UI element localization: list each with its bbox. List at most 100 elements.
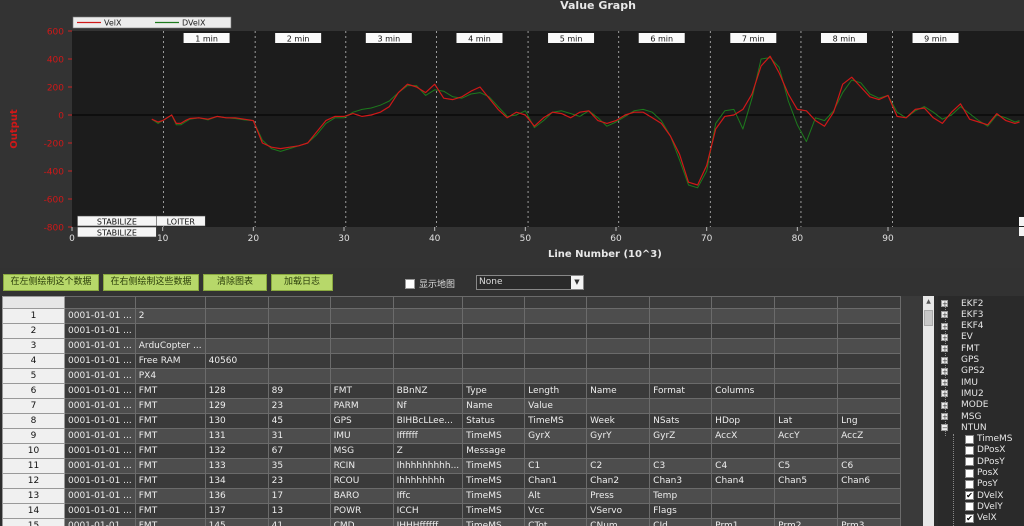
- table-cell[interactable]: Prm1: [711, 518, 776, 526]
- table-cell[interactable]: 128: [204, 383, 269, 399]
- table-cell[interactable]: 0001-01-01 ...: [64, 503, 136, 519]
- grid-header-cell[interactable]: [711, 296, 776, 309]
- table-cell[interactable]: Status: [462, 413, 526, 429]
- table-cell[interactable]: TimeMS: [462, 458, 526, 474]
- checkbox[interactable]: [965, 468, 974, 478]
- table-cell[interactable]: BIHBcLLee...: [392, 413, 464, 429]
- table-cell[interactable]: Lat: [774, 413, 839, 429]
- row-number[interactable]: 13: [2, 488, 65, 504]
- table-cell[interactable]: [267, 338, 331, 354]
- table-cell[interactable]: IMU: [329, 428, 394, 444]
- table-cell[interactable]: FMT: [134, 398, 206, 414]
- table-cell[interactable]: FMT: [134, 413, 206, 429]
- expand-icon[interactable]: +: [941, 390, 948, 398]
- table-cell[interactable]: Chan6: [837, 473, 902, 489]
- table-cell[interactable]: 129: [204, 398, 269, 414]
- table-cell[interactable]: RCOU: [329, 473, 394, 489]
- table-row[interactable]: 1 0001-01-01 ... 2: [2, 308, 902, 324]
- table-cell[interactable]: [774, 383, 839, 399]
- table-cell[interactable]: [462, 323, 526, 339]
- table-row[interactable]: 9 0001-01-01 ... FMT 131 31 IMU Iffffff TimeMS G…: [2, 428, 902, 444]
- table-cell[interactable]: 13: [267, 503, 331, 519]
- table-cell[interactable]: [774, 443, 839, 459]
- table-cell[interactable]: Temp: [649, 488, 713, 504]
- collapse-icon[interactable]: −: [941, 424, 948, 432]
- table-cell[interactable]: [837, 503, 902, 519]
- table-cell[interactable]: 41: [267, 518, 331, 526]
- table-cell[interactable]: Press: [586, 488, 651, 504]
- table-cell[interactable]: [524, 368, 588, 384]
- table-cell[interactable]: [586, 308, 651, 324]
- table-cell[interactable]: [586, 443, 651, 459]
- scroll-up-icon[interactable]: ▲: [923, 296, 934, 307]
- table-cell[interactable]: [392, 338, 464, 354]
- row-number[interactable]: 8: [2, 413, 65, 429]
- table-cell[interactable]: [329, 368, 394, 384]
- table-cell[interactable]: [837, 368, 902, 384]
- table-cell[interactable]: [586, 398, 651, 414]
- table-cell[interactable]: [837, 398, 902, 414]
- table-cell[interactable]: Free RAM: [134, 353, 206, 369]
- table-cell[interactable]: FMT: [134, 428, 206, 444]
- grid-header-cell[interactable]: [462, 296, 526, 309]
- table-cell[interactable]: [649, 353, 713, 369]
- table-cell[interactable]: Columns: [711, 383, 776, 399]
- table-cell[interactable]: [649, 398, 713, 414]
- table-cell[interactable]: PARM: [329, 398, 394, 414]
- tree-group-gps[interactable]: + GPS: [941, 355, 979, 366]
- table-cell[interactable]: ArduCopter ...: [134, 338, 206, 354]
- table-cell[interactable]: [837, 338, 902, 354]
- table-row[interactable]: 12 0001-01-01 ... FMT 134 23 RCOU Ihhhhhhhh Tim…: [2, 473, 902, 489]
- table-row[interactable]: 2 0001-01-01 ...: [2, 323, 902, 339]
- table-cell[interactable]: 0001-01-01 ...: [64, 458, 136, 474]
- tree-field-dposy[interactable]: DPosY: [965, 456, 1005, 467]
- table-cell[interactable]: C1: [524, 458, 588, 474]
- table-cell[interactable]: [774, 338, 839, 354]
- table-cell[interactable]: [524, 308, 588, 324]
- table-cell[interactable]: 0001-01-01 ...: [64, 488, 136, 504]
- table-cell[interactable]: Chan2: [586, 473, 651, 489]
- table-cell[interactable]: 45: [267, 413, 331, 429]
- table-cell[interactable]: Ihhhhhhhh: [392, 473, 464, 489]
- series-select[interactable]: None ▼: [476, 275, 584, 290]
- checkbox[interactable]: [965, 434, 974, 444]
- tree-field-dvelx[interactable]: ✔ DVelX: [965, 490, 1003, 501]
- table-row[interactable]: 4 0001-01-01 ... Free RAM 40560: [2, 353, 902, 369]
- row-number[interactable]: 10: [2, 443, 65, 459]
- row-number[interactable]: 3: [2, 338, 65, 354]
- table-row[interactable]: 3 0001-01-01 ... ArduCopter ...: [2, 338, 902, 354]
- table-cell[interactable]: 134: [204, 473, 269, 489]
- table-row[interactable]: 10 0001-01-01 ... FMT 132 67 MSG Z Message: [2, 443, 902, 459]
- table-row[interactable]: 5 0001-01-01 ... PX4: [2, 368, 902, 384]
- tree-field-posy[interactable]: PosY: [965, 479, 998, 490]
- chevron-down-icon[interactable]: ▼: [571, 276, 583, 289]
- table-cell[interactable]: 0001-01-01 ...: [64, 398, 136, 414]
- table-row[interactable]: 15 0001-01-01 ... FMT 145 41 CMD IHHHffffff Tim…: [2, 518, 902, 526]
- table-cell[interactable]: [462, 353, 526, 369]
- table-cell[interactable]: Iffffff: [392, 428, 464, 444]
- table-cell[interactable]: FMT: [134, 488, 206, 504]
- expand-icon[interactable]: +: [941, 300, 948, 308]
- table-cell[interactable]: GyrZ: [649, 428, 713, 444]
- tree-group-gps2[interactable]: + GPS2: [941, 366, 985, 377]
- table-cell[interactable]: ICCH: [392, 503, 464, 519]
- tree-group-msg[interactable]: + MSG: [941, 411, 981, 422]
- tree-group-ev[interactable]: + EV: [941, 332, 973, 343]
- table-cell[interactable]: 0001-01-01 ...: [64, 413, 136, 429]
- table-cell[interactable]: [774, 368, 839, 384]
- table-cell[interactable]: [711, 488, 776, 504]
- table-cell[interactable]: VServo: [586, 503, 651, 519]
- scrollbar-thumb[interactable]: [924, 310, 933, 326]
- table-cell[interactable]: RCIN: [329, 458, 394, 474]
- row-number[interactable]: 7: [2, 398, 65, 414]
- table-cell[interactable]: 67: [267, 443, 331, 459]
- tree-group-imu2[interactable]: + IMU2: [941, 388, 984, 399]
- table-cell[interactable]: FMT: [134, 518, 206, 526]
- table-cell[interactable]: [774, 353, 839, 369]
- grid-header-cell[interactable]: [267, 296, 331, 309]
- table-cell[interactable]: [462, 368, 526, 384]
- table-cell[interactable]: [524, 338, 588, 354]
- table-cell[interactable]: 145: [204, 518, 269, 526]
- table-cell[interactable]: 23: [267, 473, 331, 489]
- grid-header-cell[interactable]: [837, 296, 902, 309]
